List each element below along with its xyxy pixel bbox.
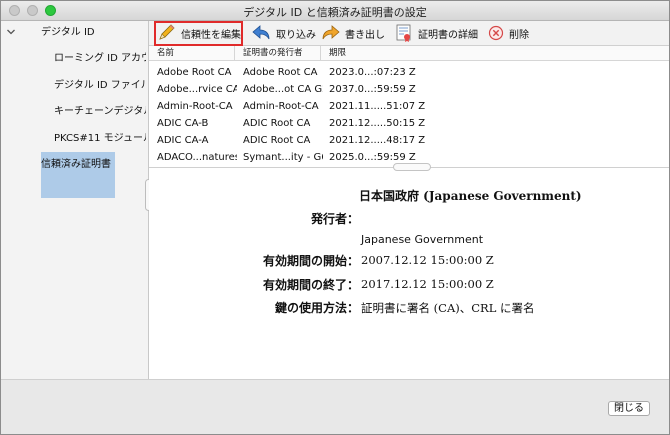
cell-name: Admin-Root-CA bbox=[157, 101, 233, 112]
settings-window: デジタル ID と信頼済み証明書の設定 デジタル ID ローミング ID アカウ… bbox=[0, 0, 670, 435]
close-button[interactable]: 閉じる bbox=[608, 401, 650, 416]
column-header-issuer[interactable]: 証明書の発行者 bbox=[235, 46, 321, 60]
cell-name: ADIC CA-A bbox=[157, 135, 209, 146]
table-row[interactable]: Adobe Root CA Adobe Root CA 2023.0...:07… bbox=[149, 64, 669, 81]
cell-expiry: 2021.12.....50:15 Z bbox=[329, 118, 426, 129]
issuer-value: Japanese Government bbox=[361, 233, 484, 246]
sidebar-item-digital-id[interactable]: デジタル ID bbox=[41, 23, 141, 38]
import-label: 取り込み bbox=[276, 29, 316, 41]
cell-name: ADIC CA-B bbox=[157, 118, 209, 129]
title-bar: デジタル ID と信頼済み証明書の設定 bbox=[1, 1, 669, 21]
export-arrow-icon bbox=[322, 25, 340, 40]
cell-issuer: ADIC Root CA bbox=[243, 135, 311, 146]
import-arrow-icon bbox=[252, 25, 270, 40]
cell-name: Adobe Root CA bbox=[157, 67, 232, 78]
cell-expiry: 2021.11.....51:07 Z bbox=[329, 101, 426, 112]
export-label: 書き出し bbox=[345, 29, 385, 41]
sidebar-item-pkcs11[interactable]: PKCS#11 モジュール bbox=[54, 129, 146, 144]
cell-expiry: 2021.12.....48:17 Z bbox=[329, 135, 426, 146]
cell-name: Adobe...rvice CA bbox=[157, 84, 237, 95]
cell-issuer: Adobe...ot CA G2 bbox=[243, 84, 323, 95]
valid-to-value: 2017.12.12 15:00:00 Z bbox=[361, 277, 494, 291]
certificate-details-button[interactable]: 証明書の詳細 bbox=[394, 21, 478, 45]
cell-issuer: Symant...ity - G6 bbox=[243, 152, 323, 163]
delete-icon bbox=[488, 25, 504, 41]
certificate-icon bbox=[396, 24, 411, 42]
sidebar-item-roaming-id[interactable]: ローミング ID アカウ bbox=[54, 49, 146, 64]
sidebar-item-keychain[interactable]: キーチェーンデジタル bbox=[54, 102, 146, 117]
import-button[interactable]: 取り込み bbox=[252, 21, 316, 45]
valid-from-label: 有効期間の開始： bbox=[262, 254, 359, 268]
cell-name: ADACO...natures bbox=[157, 152, 237, 163]
valid-to-label: 有効期間の終了： bbox=[262, 278, 359, 292]
certificate-details-label: 証明書の詳細 bbox=[418, 29, 478, 41]
valid-from-value: 2007.12.12 15:00:00 Z bbox=[361, 253, 494, 267]
cell-expiry: 2037.0...:59:59 Z bbox=[329, 84, 416, 95]
issuer-label: 発行者： bbox=[310, 212, 359, 226]
table-row[interactable]: ADIC CA-B ADIC Root CA 2021.12.....50:15… bbox=[149, 115, 669, 132]
pane-resize-handle[interactable] bbox=[393, 163, 431, 171]
certificate-subject: 日本国政府 (Japanese Government) bbox=[359, 189, 582, 203]
cell-issuer: ADIC Root CA bbox=[243, 118, 311, 129]
column-header-name[interactable]: 名前 bbox=[149, 46, 235, 60]
cell-expiry: 2023.0...:07:23 Z bbox=[329, 67, 416, 78]
edit-trust-highlight-box bbox=[154, 21, 243, 46]
cell-issuer: Admin-Root-CA bbox=[243, 101, 319, 112]
key-usage-value: 証明書に署名 (CA)、CRL に署名 bbox=[361, 301, 535, 315]
export-button[interactable]: 書き出し bbox=[321, 21, 385, 45]
certificate-table: 名前 証明書の発行者 期限 Adobe Root CA Adobe Root C… bbox=[149, 46, 669, 164]
sidebar-item-id-file[interactable]: デジタル ID ファイル bbox=[54, 76, 146, 91]
window-title: デジタル ID と信頼済み証明書の設定 bbox=[243, 6, 427, 19]
chevron-down-icon[interactable] bbox=[6, 27, 16, 37]
key-usage-label: 鍵の使用方法： bbox=[274, 301, 359, 315]
certificate-detail-pane: 日本国政府 (Japanese Government) 発行者： Japanes… bbox=[149, 172, 669, 379]
delete-label: 削除 bbox=[509, 29, 529, 41]
sidebar-item-trusted-certs[interactable]: 信頼済み証明書 bbox=[41, 155, 131, 170]
table-row[interactable]: Admin-Root-CA Admin-Root-CA 2021.11.....… bbox=[149, 98, 669, 115]
table-header: 名前 証明書の発行者 期限 bbox=[149, 46, 669, 61]
delete-button[interactable]: 削除 bbox=[487, 21, 529, 45]
cell-issuer: Adobe Root CA bbox=[243, 67, 318, 78]
table-row[interactable]: Adobe...rvice CA Adobe...ot CA G2 2037.0… bbox=[149, 81, 669, 98]
footer-bar: 閉じる bbox=[1, 379, 669, 434]
table-row[interactable]: ADIC CA-A ADIC Root CA 2021.12.....48:17… bbox=[149, 132, 669, 149]
sidebar: デジタル ID ローミング ID アカウ デジタル ID ファイル キーチェーン… bbox=[1, 21, 149, 379]
cell-expiry: 2025.0...:59:59 Z bbox=[329, 152, 416, 163]
column-header-expiry[interactable]: 期限 bbox=[321, 46, 669, 60]
